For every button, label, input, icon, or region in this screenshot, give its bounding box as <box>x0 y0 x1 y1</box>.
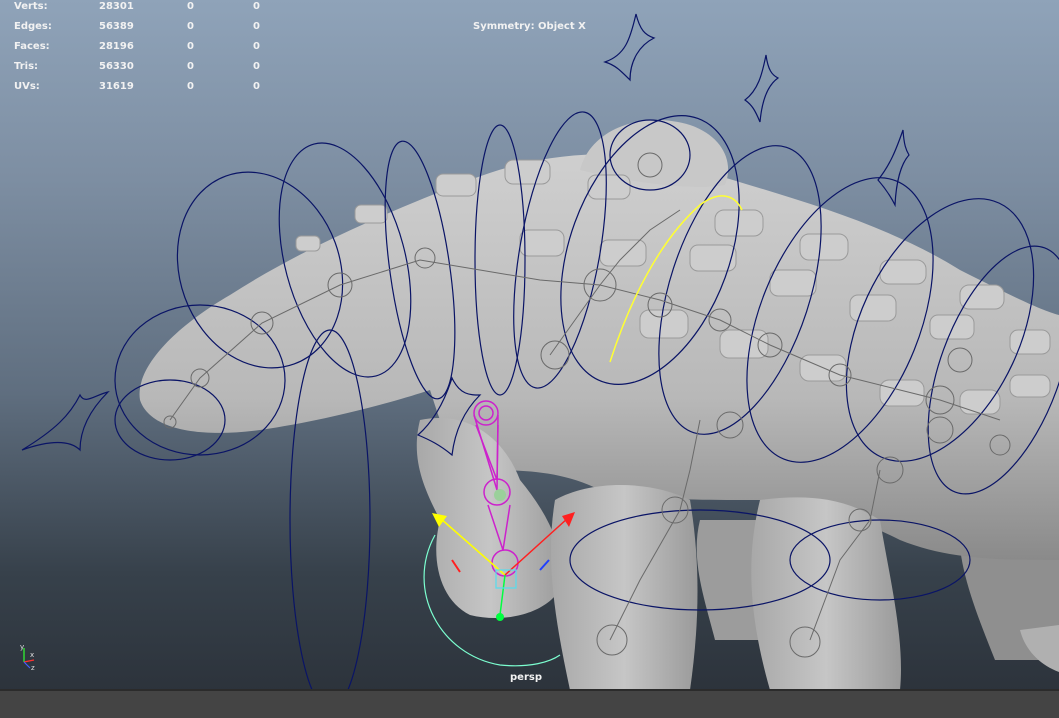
hud-label: Verts: <box>14 1 48 12</box>
hud-uv-count: 0 <box>253 81 260 92</box>
hud-uv-count: 0 <box>253 21 260 32</box>
hud-value: 28196 <box>99 41 134 52</box>
manip-z-handle <box>496 613 504 621</box>
hud-label: Tris: <box>14 61 39 72</box>
hud-selected-count: 0 <box>187 21 194 32</box>
axis-y-label: y <box>20 643 24 651</box>
hud-selected-count: 0 <box>187 41 194 52</box>
symmetry-indicator: Symmetry: Object X <box>473 21 586 32</box>
hud-label: Faces: <box>14 41 50 52</box>
hud-selected-count: 0 <box>187 1 194 12</box>
axis-z-label: z <box>31 664 35 672</box>
hud-value: 31619 <box>99 81 134 92</box>
maya-viewport-persp[interactable]: Verts: 28301 0 0 Edges: 56389 0 0 Faces:… <box>0 0 1059 716</box>
hud-value: 56330 <box>99 61 134 72</box>
hud-uv-count: 0 <box>253 41 260 52</box>
axis-x-label: x <box>30 651 34 659</box>
hud-uv-count: 0 <box>253 1 260 12</box>
viewport-bottom-bar <box>0 689 1059 718</box>
hud-value: 28301 <box>99 1 134 12</box>
hud-value: 56389 <box>99 21 134 32</box>
mesh-back-leg <box>751 497 901 690</box>
view-axis-gizmo-icon: y x z <box>20 643 35 672</box>
hud-uv-count: 0 <box>253 61 260 72</box>
hud-label: UVs: <box>14 81 40 92</box>
hud-selected-count: 0 <box>187 61 194 72</box>
camera-name-label: persp <box>510 672 542 683</box>
hud-selected-count: 0 <box>187 81 194 92</box>
hud-label: Edges: <box>14 21 52 32</box>
scene-3d-view[interactable] <box>0 0 1059 716</box>
joint-pivot-marker[interactable] <box>494 489 506 501</box>
